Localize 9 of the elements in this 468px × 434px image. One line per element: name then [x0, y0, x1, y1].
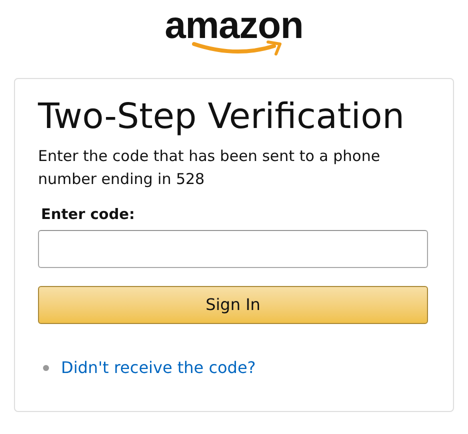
field-label: Enter code: — [41, 206, 136, 225]
bullet-icon — [43, 365, 49, 371]
resend-code-link[interactable]: Didn't receive the code? — [61, 356, 256, 380]
smile-arrow-icon — [192, 40, 284, 56]
logo-wordmark: amazon — [164, 6, 304, 46]
instruction-text: Enter the code that has been sent to a phone number ending in 528 — [38, 146, 382, 190]
sign-in-button[interactable]: Sign In — [38, 286, 428, 324]
page-title: Two-Step Verification — [38, 96, 406, 139]
code-input-field[interactable] — [38, 230, 428, 268]
